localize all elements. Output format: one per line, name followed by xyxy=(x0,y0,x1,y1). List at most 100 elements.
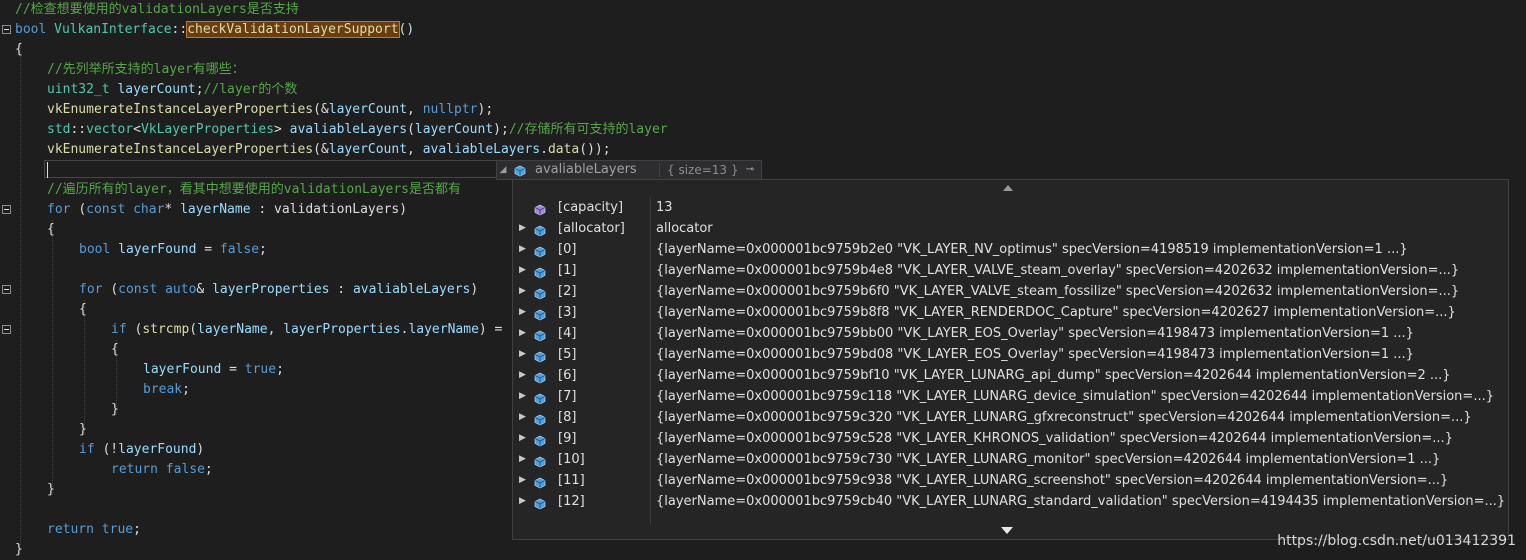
datatip-row[interactable]: ▶ [12] {layerName=0x000001bc9759cb40 "VK_L… xyxy=(513,491,1508,512)
code-line[interactable]: vkEnumerateInstanceLayerProperties(&laye… xyxy=(47,140,611,160)
cube-icon xyxy=(534,496,546,517)
code-token: ( xyxy=(407,122,415,137)
code-token: :: xyxy=(70,122,87,137)
datatip-row[interactable]: ▶ [6] {layerName=0x000001bc9759bf10 "VK_LA… xyxy=(513,365,1508,386)
code-line[interactable]: { xyxy=(111,340,119,360)
code-line[interactable]: } xyxy=(47,480,55,500)
code-token: > xyxy=(274,122,290,137)
datatip-row-value: {layerName=0x000001bc9759bf10 "VK_LAYER_… xyxy=(656,368,1451,383)
expand-arrow-icon[interactable]: ▶ xyxy=(519,344,527,365)
code-line[interactable]: if (strcmp(layerName, layerProperties.la… xyxy=(111,320,502,340)
datatip-row[interactable]: ▶ [allocator] allocator xyxy=(513,218,1508,239)
code-line[interactable]: bool layerFound = false; xyxy=(79,240,267,260)
datatip-row[interactable]: ▶ [7] {layerName=0x000001bc9759c118 "VK_LA… xyxy=(513,386,1508,407)
code-token: //检查想要使用的validationLayers是否支持 xyxy=(15,2,299,17)
datatip-panel[interactable]: [capacity] 13 ▶ [allocator] allocator ▶ [0] {la… xyxy=(512,179,1509,540)
code-line[interactable]: { xyxy=(47,220,55,240)
code-token: return false xyxy=(111,462,205,477)
datatip-row[interactable]: [capacity] 13 xyxy=(513,197,1508,218)
fold-toggle-icon[interactable] xyxy=(2,285,11,294)
datatip-row[interactable]: ▶ [1] {layerName=0x000001bc9759b4e8 "VK_LA… xyxy=(513,260,1508,281)
code-line[interactable]: //遍历所有的layer，看其中想要使用的validationLayers是否都… xyxy=(47,180,461,200)
code-token: ; xyxy=(276,362,284,377)
code-line[interactable]: return false; xyxy=(111,460,213,480)
datatip-row[interactable]: ▶ [4] {layerName=0x000001bc9759bb00 "VK_LA… xyxy=(513,323,1508,344)
datatip-header[interactable]: ◢ avaliableLayers { size=13 } ⊸ xyxy=(496,160,762,180)
expand-arrow-icon[interactable]: ▶ xyxy=(519,260,527,281)
code-line[interactable]: uint32_t layerCount;//layer的个数 xyxy=(47,80,297,100)
code-line[interactable]: { xyxy=(79,300,87,320)
code-token: for xyxy=(79,282,111,297)
fold-toggle-icon[interactable] xyxy=(2,25,11,34)
code-token: if xyxy=(111,322,135,337)
expand-arrow-icon[interactable]: ▶ xyxy=(519,386,527,407)
datatip-row[interactable]: ▶ [9] {layerName=0x000001bc9759c528 "VK_LA… xyxy=(513,428,1508,449)
code-editor[interactable]: //检查想要使用的validationLayers是否支持 bool Vulkan… xyxy=(0,0,1526,557)
expand-arrow-icon[interactable]: ▶ xyxy=(519,218,527,239)
collapse-arrow-icon[interactable]: ◢ xyxy=(497,164,509,176)
code-token: layerCount xyxy=(414,122,494,137)
code-line[interactable]: return true; xyxy=(47,520,141,540)
expand-arrow-icon[interactable]: ▶ xyxy=(519,491,527,512)
datatip-row-name: [4] xyxy=(558,326,577,341)
code-line[interactable]: //检查想要使用的validationLayers是否支持 xyxy=(15,0,299,20)
fold-toggle-icon[interactable] xyxy=(2,205,11,214)
code-line[interactable]: //先列举所支持的layer有哪些： xyxy=(47,60,245,80)
fold-toggle-icon[interactable] xyxy=(2,325,11,334)
datatip-row-name: [6] xyxy=(558,368,577,383)
code-token: :: xyxy=(171,22,188,37)
datatip-row-name: [capacity] xyxy=(558,200,624,215)
datatip-row-value: {layerName=0x000001bc9759b8f8 "VK_LAYER_… xyxy=(656,305,1456,320)
datatip-row-value: {layerName=0x000001bc9759bd08 "VK_LAYER_… xyxy=(656,347,1414,362)
code-line[interactable]: break; xyxy=(143,380,190,400)
code-token: ) xyxy=(470,282,479,297)
expand-arrow-icon[interactable]: ▶ xyxy=(519,470,527,491)
expand-arrow-icon[interactable]: ▶ xyxy=(519,302,527,323)
datatip-row-value: {layerName=0x000001bc9759b6f0 "VK_LAYER_… xyxy=(656,284,1460,299)
code-token: avaliableLayers xyxy=(289,122,408,137)
code-line[interactable]: for (const char* layerName : validationL… xyxy=(47,200,407,220)
datatip-header-divider xyxy=(659,163,660,177)
datatip-row-value: {layerName=0x000001bc9759cb40 "VK_LAYER_… xyxy=(656,494,1506,509)
expand-arrow-icon[interactable]: ▶ xyxy=(519,449,527,470)
code-line[interactable]: if (!layerFound) xyxy=(79,440,204,460)
code-token: nullptr xyxy=(422,102,478,117)
code-token: avaliableLayers xyxy=(422,142,541,157)
datatip-variable-name: avaliableLayers xyxy=(535,162,637,177)
datatip-row-value: {layerName=0x000001bc9759b2e0 "VK_LAYER_… xyxy=(656,242,1408,257)
scroll-down-icon[interactable] xyxy=(1001,527,1013,534)
datatip-row[interactable]: ▶ [8] {layerName=0x000001bc9759c320 "VK_LA… xyxy=(513,407,1508,428)
scroll-up-icon[interactable] xyxy=(1003,185,1013,191)
datatip-row[interactable]: ▶ [10] {layerName=0x000001bc9759c730 "VK_L… xyxy=(513,449,1508,470)
highlighted-symbol: checkValidationLayerSupport xyxy=(186,21,400,38)
code-token: layerFound xyxy=(118,442,197,457)
datatip-row[interactable]: ▶ [5] {layerName=0x000001bc9759bd08 "VK_LA… xyxy=(513,344,1508,365)
expand-arrow-icon[interactable]: ▶ xyxy=(519,281,527,302)
code-line[interactable]: vkEnumerateInstanceLayerProperties(&laye… xyxy=(47,100,493,120)
code-line[interactable]: for (const auto& layerProperties : avali… xyxy=(79,280,478,300)
code-token: //layer的个数 xyxy=(203,82,298,97)
code-line[interactable]: { xyxy=(15,40,23,60)
expand-arrow-icon[interactable]: ▶ xyxy=(519,407,527,428)
code-line[interactable]: bool VulkanInterface::checkValidationLay… xyxy=(15,20,414,40)
expand-arrow-icon[interactable]: ▶ xyxy=(519,365,527,386)
expand-arrow-icon[interactable]: ▶ xyxy=(519,239,527,260)
code-line[interactable]: } xyxy=(79,420,87,440)
code-line[interactable]: std::vector<VkLayerProperties> avaliable… xyxy=(47,120,668,140)
datatip-row[interactable]: ▶ [11] {layerName=0x000001bc9759c938 "VK_L… xyxy=(513,470,1508,491)
expand-arrow-icon[interactable]: ▶ xyxy=(519,323,527,344)
datatip-row[interactable]: ▶ [2] {layerName=0x000001bc9759b6f0 "VK_LA… xyxy=(513,281,1508,302)
expand-arrow-icon[interactable]: ▶ xyxy=(519,428,527,449)
code-token: * xyxy=(164,202,181,217)
code-line[interactable]: } xyxy=(15,540,23,560)
pin-icon[interactable]: ⊸ xyxy=(742,164,758,176)
datatip-row[interactable]: ▶ [0] {layerName=0x000001bc9759b2e0 "VK_LA… xyxy=(513,239,1508,260)
datatip-row[interactable]: ▶ [3] {layerName=0x000001bc9759b8f8 "VK_LA… xyxy=(513,302,1508,323)
code-token: () xyxy=(398,22,415,37)
code-token: ( xyxy=(189,322,198,337)
code-token: break xyxy=(143,382,183,397)
code-line[interactable]: } xyxy=(111,400,119,420)
code-token: //先列举所支持的layer有哪些： xyxy=(47,62,245,77)
code-token: ; xyxy=(259,242,267,257)
code-line[interactable]: layerFound = true; xyxy=(143,360,284,380)
